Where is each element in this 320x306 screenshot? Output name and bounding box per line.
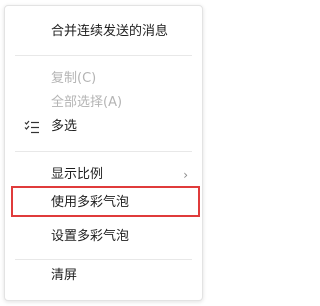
menu-item-merge-forward[interactable]: 合并连续发送的消息	[5, 20, 202, 44]
menu-separator	[15, 55, 192, 56]
menu-item-copy[interactable]: 复制(C)	[5, 67, 202, 91]
menu-separator	[15, 151, 192, 152]
menu-item-clear-screen[interactable]: 清屏	[5, 264, 202, 288]
highlight-annotation	[11, 186, 200, 217]
list-check-icon	[24, 120, 39, 134]
menu-item-label: 设置多彩气泡	[51, 229, 130, 244]
menu-item-label: 合并连续发送的消息	[51, 24, 169, 39]
menu-separator	[15, 259, 192, 260]
menu-item-label: 清屏	[51, 268, 78, 283]
menu-item-set-colorful-bubbles[interactable]: 设置多彩气泡	[5, 225, 202, 249]
menu-item-label: 显示比例	[51, 167, 104, 182]
menu-item-label: 多选	[51, 119, 78, 134]
context-menu: 合并连续发送的消息 复制(C) 全部选择(A) 多选 显示比例 › 使用多彩气泡…	[4, 5, 203, 301]
menu-item-select-all[interactable]: 全部选择(A)	[5, 91, 202, 115]
menu-item-display-ratio[interactable]: 显示比例 ›	[5, 163, 202, 187]
chevron-right-icon: ›	[183, 168, 188, 182]
menu-item-label: 全部选择(A)	[51, 95, 123, 110]
menu-item-label: 复制(C)	[51, 71, 97, 86]
menu-item-multi-select[interactable]: 多选	[5, 115, 202, 139]
